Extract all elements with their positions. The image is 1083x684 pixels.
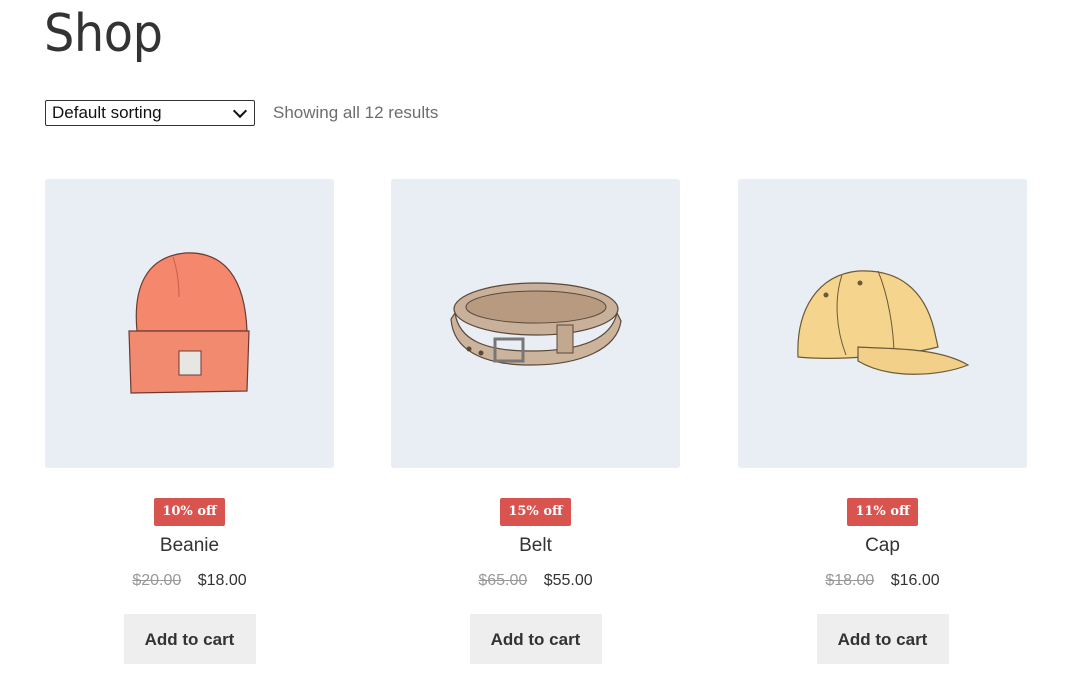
result-count: Showing all 12 results <box>273 103 439 122</box>
product-name[interactable]: Beanie <box>45 534 334 558</box>
sale-price: $18.00 <box>197 572 247 589</box>
original-price: $18.00 <box>825 572 875 589</box>
sale-badge: 15% off <box>500 498 571 526</box>
add-to-cart-button[interactable]: Add to cart <box>469 614 602 664</box>
product-name[interactable]: Belt <box>391 534 680 558</box>
product-name[interactable]: Cap <box>738 534 1027 558</box>
shop-page: Shop Default sorting Showing all 12 resu… <box>0 0 1083 684</box>
sale-price: $16.00 <box>890 572 940 589</box>
product-image-link[interactable] <box>738 179 1027 468</box>
add-to-cart-button[interactable]: Add to cart <box>816 614 949 664</box>
product-card-cap: 11% off Cap $18.00 $16.00 Add to cart <box>738 179 1027 664</box>
sale-badge: 10% off <box>154 498 225 526</box>
product-price: $20.00 $18.00 <box>45 570 334 592</box>
sort-select-value: Default sorting <box>52 103 162 122</box>
shop-toolbar: Default sorting Showing all 12 results <box>45 100 438 126</box>
original-price: $20.00 <box>132 572 182 589</box>
original-price: $65.00 <box>478 572 528 589</box>
sale-badge: 11% off <box>847 498 918 526</box>
product-card-belt: 15% off Belt $65.00 $55.00 Add to cart <box>391 179 680 664</box>
product-price: $65.00 $55.00 <box>391 570 680 592</box>
product-image-link[interactable] <box>45 179 334 468</box>
product-card-beanie: 10% off Beanie $20.00 $18.00 Add to cart <box>45 179 334 664</box>
belt-image <box>450 282 622 366</box>
beanie-image <box>128 252 250 394</box>
page-title: Shop <box>44 4 163 64</box>
sale-price: $55.00 <box>543 572 593 589</box>
product-image-link[interactable] <box>391 179 680 468</box>
cap-image <box>797 270 970 375</box>
chevron-down-icon <box>232 103 248 118</box>
product-price: $18.00 $16.00 <box>738 570 1027 592</box>
add-to-cart-button[interactable]: Add to cart <box>123 614 256 664</box>
sort-select[interactable]: Default sorting <box>45 100 255 126</box>
